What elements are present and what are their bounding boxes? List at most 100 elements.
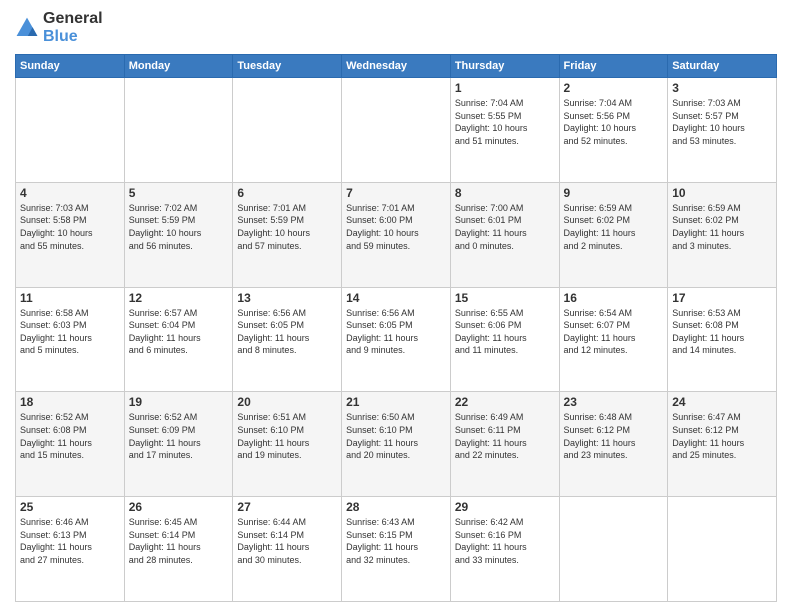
day-info: Sunrise: 6:59 AMSunset: 6:02 PMDaylight:… bbox=[672, 202, 772, 252]
logo: General Blue bbox=[15, 10, 103, 46]
day-number: 3 bbox=[672, 81, 772, 95]
calendar-cell: 8Sunrise: 7:00 AMSunset: 6:01 PMDaylight… bbox=[450, 182, 559, 287]
calendar-week-1: 1 Sunrise: 7:04 AMSunset: 5:55 PMDaylight… bbox=[16, 78, 777, 183]
calendar-cell: 28 Sunrise: 6:43 AMSunset: 6:15 PMDayligh… bbox=[342, 497, 451, 602]
day-number: 1 bbox=[455, 81, 555, 95]
day-number: 16 bbox=[564, 291, 664, 305]
calendar-cell bbox=[124, 78, 233, 183]
calendar-cell bbox=[16, 78, 125, 183]
calendar-cell: 19 Sunrise: 6:52 AMSunset: 6:09 PMDayligh… bbox=[124, 392, 233, 497]
calendar-cell: 9 Sunrise: 6:59 AMSunset: 6:02 PMDaylight… bbox=[559, 182, 668, 287]
day-number: 7 bbox=[346, 186, 446, 200]
day-info: Sunrise: 6:47 AMSunset: 6:12 PMDaylight:… bbox=[672, 411, 772, 461]
day-info: Sunrise: 7:03 AMSunset: 5:57 PMDaylight:… bbox=[672, 97, 772, 147]
calendar-cell: 25 Sunrise: 6:46 AMSunset: 6:13 PMDayligh… bbox=[16, 497, 125, 602]
day-info: Sunrise: 6:52 AMSunset: 6:09 PMDaylight:… bbox=[129, 411, 229, 461]
calendar-cell: 2 Sunrise: 7:04 AMSunset: 5:56 PMDaylight… bbox=[559, 78, 668, 183]
day-number: 13 bbox=[237, 291, 337, 305]
day-number: 23 bbox=[564, 395, 664, 409]
day-number: 8 bbox=[455, 186, 555, 200]
calendar-table: SundayMondayTuesdayWednesdayThursdayFrid… bbox=[15, 54, 777, 602]
weekday-header-saturday: Saturday bbox=[668, 55, 777, 78]
calendar-cell bbox=[668, 497, 777, 602]
calendar-cell: 24 Sunrise: 6:47 AMSunset: 6:12 PMDayligh… bbox=[668, 392, 777, 497]
calendar-week-4: 18 Sunrise: 6:52 AMSunset: 6:08 PMDayligh… bbox=[16, 392, 777, 497]
day-number: 22 bbox=[455, 395, 555, 409]
day-info: Sunrise: 6:43 AMSunset: 6:15 PMDaylight:… bbox=[346, 516, 446, 566]
day-number: 24 bbox=[672, 395, 772, 409]
day-number: 14 bbox=[346, 291, 446, 305]
calendar-cell bbox=[342, 78, 451, 183]
day-number: 9 bbox=[564, 186, 664, 200]
day-info: Sunrise: 6:52 AMSunset: 6:08 PMDaylight:… bbox=[20, 411, 120, 461]
calendar-cell: 23Sunrise: 6:48 AMSunset: 6:12 PMDayligh… bbox=[559, 392, 668, 497]
day-number: 4 bbox=[20, 186, 120, 200]
header: General Blue bbox=[15, 10, 777, 46]
calendar-cell bbox=[559, 497, 668, 602]
calendar-cell: 4 Sunrise: 7:03 AMSunset: 5:58 PMDaylight… bbox=[16, 182, 125, 287]
logo-icon bbox=[15, 16, 39, 40]
day-info: Sunrise: 6:53 AMSunset: 6:08 PMDaylight:… bbox=[672, 307, 772, 357]
day-number: 28 bbox=[346, 500, 446, 514]
day-info: Sunrise: 6:42 AMSunset: 6:16 PMDaylight:… bbox=[455, 516, 555, 566]
weekday-header-friday: Friday bbox=[559, 55, 668, 78]
calendar-cell: 22 Sunrise: 6:49 AMSunset: 6:11 PMDayligh… bbox=[450, 392, 559, 497]
calendar-cell: 5 Sunrise: 7:02 AMSunset: 5:59 PMDaylight… bbox=[124, 182, 233, 287]
calendar-cell: 15Sunrise: 6:55 AMSunset: 6:06 PMDayligh… bbox=[450, 287, 559, 392]
day-info: Sunrise: 7:04 AMSunset: 5:55 PMDaylight:… bbox=[455, 97, 555, 147]
day-number: 26 bbox=[129, 500, 229, 514]
logo-text: General Blue bbox=[43, 10, 103, 46]
day-info: Sunrise: 6:51 AMSunset: 6:10 PMDaylight:… bbox=[237, 411, 337, 461]
calendar-cell: 17 Sunrise: 6:53 AMSunset: 6:08 PMDayligh… bbox=[668, 287, 777, 392]
calendar-cell: 13 Sunrise: 6:56 AMSunset: 6:05 PMDayligh… bbox=[233, 287, 342, 392]
day-info: Sunrise: 7:04 AMSunset: 5:56 PMDaylight:… bbox=[564, 97, 664, 147]
day-info: Sunrise: 6:49 AMSunset: 6:11 PMDaylight:… bbox=[455, 411, 555, 461]
calendar-week-2: 4 Sunrise: 7:03 AMSunset: 5:58 PMDaylight… bbox=[16, 182, 777, 287]
day-number: 20 bbox=[237, 395, 337, 409]
calendar-cell: 6Sunrise: 7:01 AMSunset: 5:59 PMDaylight… bbox=[233, 182, 342, 287]
day-number: 25 bbox=[20, 500, 120, 514]
day-number: 29 bbox=[455, 500, 555, 514]
calendar-cell bbox=[233, 78, 342, 183]
day-info: Sunrise: 6:54 AMSunset: 6:07 PMDaylight:… bbox=[564, 307, 664, 357]
day-number: 15 bbox=[455, 291, 555, 305]
calendar-cell: 29 Sunrise: 6:42 AMSunset: 6:16 PMDayligh… bbox=[450, 497, 559, 602]
calendar-cell: 18 Sunrise: 6:52 AMSunset: 6:08 PMDayligh… bbox=[16, 392, 125, 497]
calendar-cell: 10 Sunrise: 6:59 AMSunset: 6:02 PMDayligh… bbox=[668, 182, 777, 287]
weekday-header-monday: Monday bbox=[124, 55, 233, 78]
weekday-header-tuesday: Tuesday bbox=[233, 55, 342, 78]
day-number: 18 bbox=[20, 395, 120, 409]
calendar-cell: 16 Sunrise: 6:54 AMSunset: 6:07 PMDayligh… bbox=[559, 287, 668, 392]
calendar-cell: 21 Sunrise: 6:50 AMSunset: 6:10 PMDayligh… bbox=[342, 392, 451, 497]
day-info: Sunrise: 7:03 AMSunset: 5:58 PMDaylight:… bbox=[20, 202, 120, 252]
calendar-header-row: SundayMondayTuesdayWednesdayThursdayFrid… bbox=[16, 55, 777, 78]
day-number: 17 bbox=[672, 291, 772, 305]
day-info: Sunrise: 6:59 AMSunset: 6:02 PMDaylight:… bbox=[564, 202, 664, 252]
weekday-header-wednesday: Wednesday bbox=[342, 55, 451, 78]
day-number: 27 bbox=[237, 500, 337, 514]
day-info: Sunrise: 7:02 AMSunset: 5:59 PMDaylight:… bbox=[129, 202, 229, 252]
day-info: Sunrise: 6:46 AMSunset: 6:13 PMDaylight:… bbox=[20, 516, 120, 566]
calendar-cell: 3 Sunrise: 7:03 AMSunset: 5:57 PMDaylight… bbox=[668, 78, 777, 183]
calendar-cell: 11Sunrise: 6:58 AMSunset: 6:03 PMDayligh… bbox=[16, 287, 125, 392]
day-info: Sunrise: 7:01 AMSunset: 6:00 PMDaylight:… bbox=[346, 202, 446, 252]
calendar-week-3: 11Sunrise: 6:58 AMSunset: 6:03 PMDayligh… bbox=[16, 287, 777, 392]
day-number: 12 bbox=[129, 291, 229, 305]
day-info: Sunrise: 6:58 AMSunset: 6:03 PMDaylight:… bbox=[20, 307, 120, 357]
day-number: 10 bbox=[672, 186, 772, 200]
calendar-cell: 20 Sunrise: 6:51 AMSunset: 6:10 PMDayligh… bbox=[233, 392, 342, 497]
page: General Blue SundayMondayTuesdayWednesda… bbox=[0, 0, 792, 612]
day-info: Sunrise: 7:01 AMSunset: 5:59 PMDaylight:… bbox=[237, 202, 337, 252]
calendar-week-5: 25 Sunrise: 6:46 AMSunset: 6:13 PMDayligh… bbox=[16, 497, 777, 602]
day-number: 21 bbox=[346, 395, 446, 409]
calendar-cell: 12Sunrise: 6:57 AMSunset: 6:04 PMDayligh… bbox=[124, 287, 233, 392]
day-number: 5 bbox=[129, 186, 229, 200]
day-info: Sunrise: 6:50 AMSunset: 6:10 PMDaylight:… bbox=[346, 411, 446, 461]
calendar-cell: 7 Sunrise: 7:01 AMSunset: 6:00 PMDaylight… bbox=[342, 182, 451, 287]
day-number: 19 bbox=[129, 395, 229, 409]
day-info: Sunrise: 6:56 AMSunset: 6:05 PMDaylight:… bbox=[346, 307, 446, 357]
calendar-cell: 1 Sunrise: 7:04 AMSunset: 5:55 PMDaylight… bbox=[450, 78, 559, 183]
day-number: 2 bbox=[564, 81, 664, 95]
day-info: Sunrise: 6:45 AMSunset: 6:14 PMDaylight:… bbox=[129, 516, 229, 566]
day-info: Sunrise: 6:56 AMSunset: 6:05 PMDaylight:… bbox=[237, 307, 337, 357]
